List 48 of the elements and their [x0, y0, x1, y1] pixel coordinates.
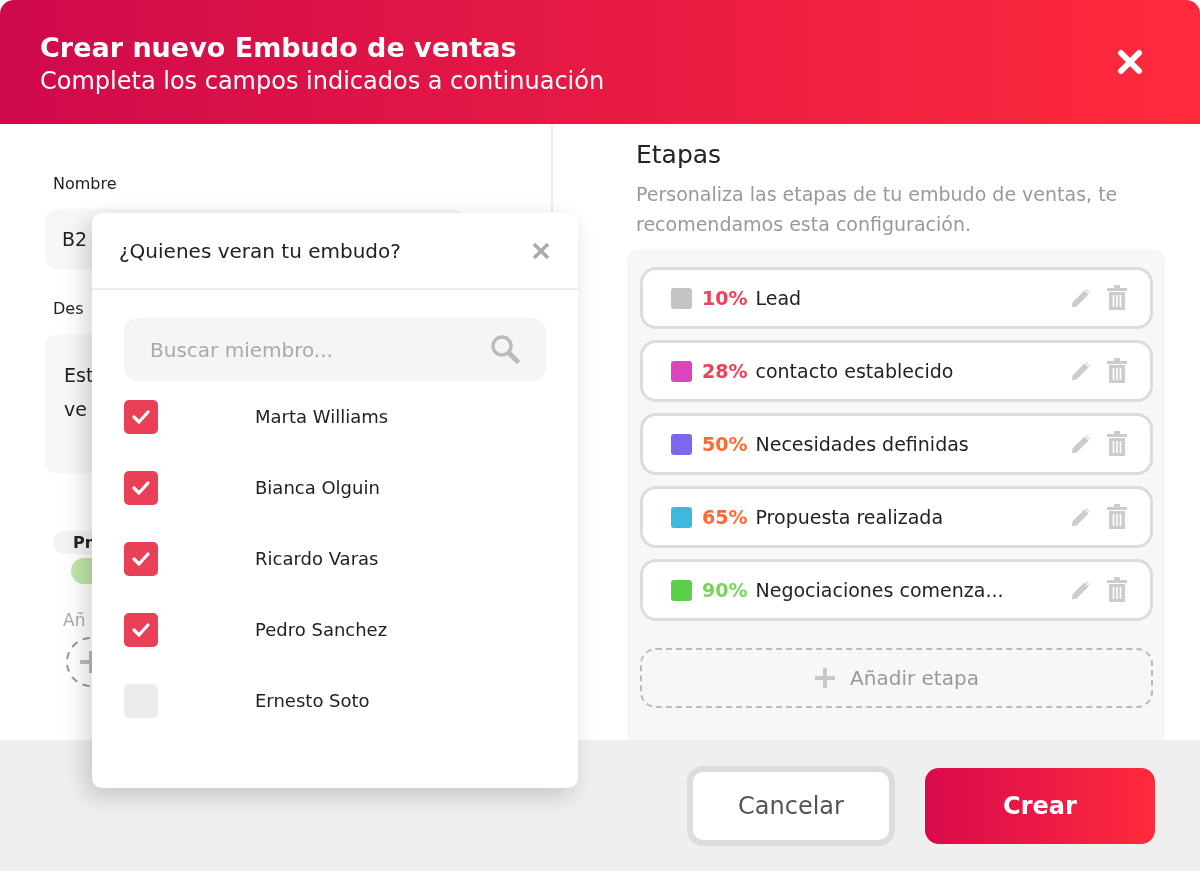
plus-icon — [814, 667, 837, 689]
dialog-title: Crear nuevo Embudo de ventas — [40, 31, 518, 65]
search-icon[interactable] — [490, 334, 520, 364]
create-button[interactable]: Crear — [925, 767, 1155, 844]
dialog-subtitle: Completa los campos indicados a continuación — [40, 66, 605, 97]
stage-percent: 65% — [702, 506, 748, 528]
search-field[interactable]: Buscar miembro... — [124, 318, 546, 381]
close-icon[interactable] — [532, 241, 550, 260]
trash-icon[interactable] — [1106, 577, 1128, 603]
member-name: Pedro Sanchez — [255, 619, 388, 640]
trash-icon[interactable] — [1106, 431, 1128, 457]
trash-icon[interactable] — [1106, 285, 1128, 311]
trash-icon[interactable] — [1106, 504, 1128, 530]
trash-icon[interactable] — [1106, 358, 1128, 384]
stage-name: Lead — [755, 287, 803, 309]
member-name: Ricardo Varas — [255, 548, 379, 569]
color-swatch[interactable] — [671, 579, 692, 601]
popup-title: ¿Quienes veran tu embudo? — [119, 238, 401, 263]
member-name: Ernesto Soto — [255, 690, 370, 711]
check-icon — [131, 408, 151, 425]
color-swatch[interactable] — [671, 287, 692, 309]
stage-name: Propuesta realizada — [755, 506, 945, 528]
stage-name: Negociaciones comenza... — [755, 579, 1005, 601]
checkbox[interactable] — [124, 399, 158, 434]
checkbox[interactable] — [124, 541, 158, 576]
check-icon — [131, 550, 151, 567]
field-label: Nombre — [53, 174, 117, 193]
color-swatch[interactable] — [671, 506, 692, 528]
stage-percent: 90% — [702, 579, 748, 601]
stage-name: contacto establecido — [755, 360, 955, 382]
member-name: Marta Williams — [255, 406, 389, 427]
add-stage-button[interactable]: Añadir etapa — [640, 648, 1153, 708]
field-label: Añ — [63, 610, 86, 630]
section-description: Personaliza las etapas de tu embudo de ventas, te recomendamos esta configuración. — [636, 182, 1119, 237]
stage-percent: 10% — [702, 287, 748, 309]
color-swatch[interactable] — [671, 360, 692, 382]
checkbox[interactable] — [124, 470, 158, 505]
checkbox[interactable] — [124, 612, 158, 647]
color-swatch[interactable] — [671, 433, 692, 455]
stage-name: Necesidades definidas — [755, 433, 970, 455]
check-icon — [131, 621, 151, 638]
stage-percent: 28% — [702, 360, 748, 382]
section-title: Etapas — [636, 140, 722, 169]
field-label: Des — [53, 299, 84, 318]
member-name: Bianca Olguin — [255, 477, 380, 498]
cancel-button[interactable]: Cancelar — [687, 765, 895, 846]
stage-percent: 50% — [702, 433, 748, 455]
check-icon — [131, 479, 151, 496]
